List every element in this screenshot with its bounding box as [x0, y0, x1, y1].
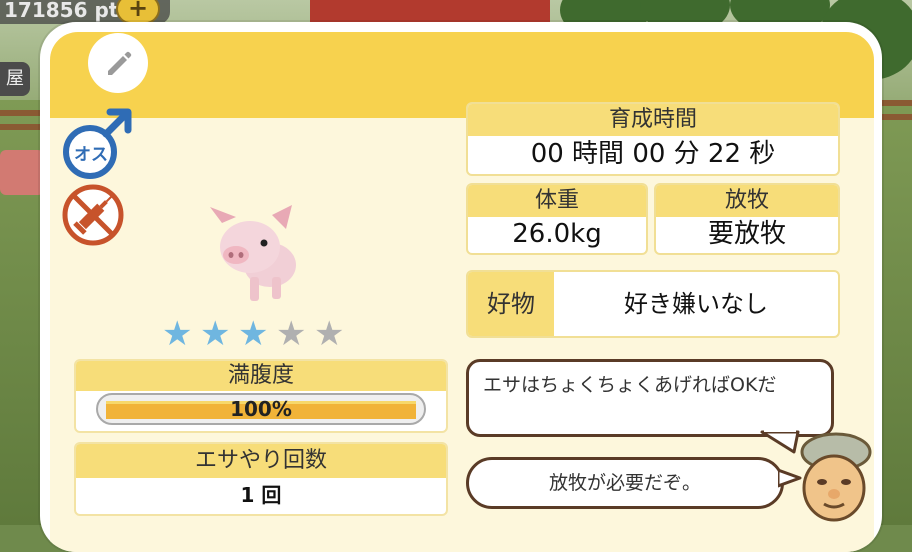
- fullness-box: 満腹度 100%: [74, 359, 448, 433]
- star-icon: ★: [314, 314, 345, 354]
- tip-speech-bubble: エサはちょくちょくあげればOKだ: [466, 359, 834, 437]
- feed-count-box: エサやり回数 1 回: [74, 442, 448, 516]
- star-icon: ★: [162, 314, 193, 354]
- edit-name-button[interactable]: [88, 33, 148, 93]
- star-icon: ★: [200, 314, 231, 354]
- feed-count-value: 1 回: [240, 483, 282, 507]
- grazing-tip-text: 放牧が必要だぞ。: [548, 472, 701, 494]
- farmer-icon: [800, 432, 872, 522]
- weight-value: 26.0kg: [512, 219, 602, 249]
- growth-time-value: 00 時間 00 分 22 秒: [530, 139, 776, 169]
- animal-status-panel: オス ★ ★ ★ ★ ★ 満腹度 100% エサやり回数 1 回 育成時間 00…: [40, 22, 882, 552]
- favorite-food-box: 好物 好き嫌いなし: [466, 270, 840, 338]
- vaccine-badge: [60, 182, 126, 248]
- grazing-box: 放牧 要放牧: [654, 183, 840, 255]
- no-syringe-icon: [62, 184, 124, 246]
- grazing-label: 放牧: [656, 185, 838, 217]
- growth-time-label: 育成時間: [468, 104, 838, 136]
- points-value: 171856 pt: [4, 0, 119, 22]
- grazing-value: 要放牧: [707, 219, 786, 249]
- favorite-value: 好き嫌いなし: [624, 290, 768, 318]
- weight-label: 体重: [468, 185, 646, 217]
- pencil-icon: [108, 51, 132, 75]
- farmer-avatar: [790, 430, 880, 529]
- gender-label: オス: [74, 145, 108, 165]
- rating-stars: ★ ★ ★ ★ ★: [162, 314, 352, 354]
- fullness-value: 100%: [230, 397, 292, 421]
- side-menu-tab[interactable]: 屋: [0, 62, 30, 96]
- gender-badge: オス: [58, 108, 134, 184]
- growth-time-box: 育成時間 00 時間 00 分 22 秒: [466, 102, 840, 176]
- add-points-button[interactable]: +: [116, 0, 160, 24]
- points-display: 171856 pt +: [0, 0, 170, 24]
- favorite-label: 好物: [468, 272, 554, 336]
- barn-roof: [310, 0, 550, 22]
- grazing-speech-bubble: 放牧が必要だぞ。: [466, 457, 784, 509]
- star-icon: ★: [276, 314, 307, 354]
- feed-count-label: エサやり回数: [76, 444, 446, 478]
- fullness-label: 満腹度: [76, 361, 446, 391]
- pig-character[interactable]: [200, 197, 310, 311]
- fullness-meter: 100%: [96, 393, 426, 425]
- tip-text: エサはちょくちょくあげればOKだ: [483, 374, 777, 396]
- pig-icon: [210, 205, 296, 301]
- water-tank: [0, 150, 44, 195]
- weight-box: 体重 26.0kg: [466, 183, 648, 255]
- star-icon: ★: [238, 314, 269, 354]
